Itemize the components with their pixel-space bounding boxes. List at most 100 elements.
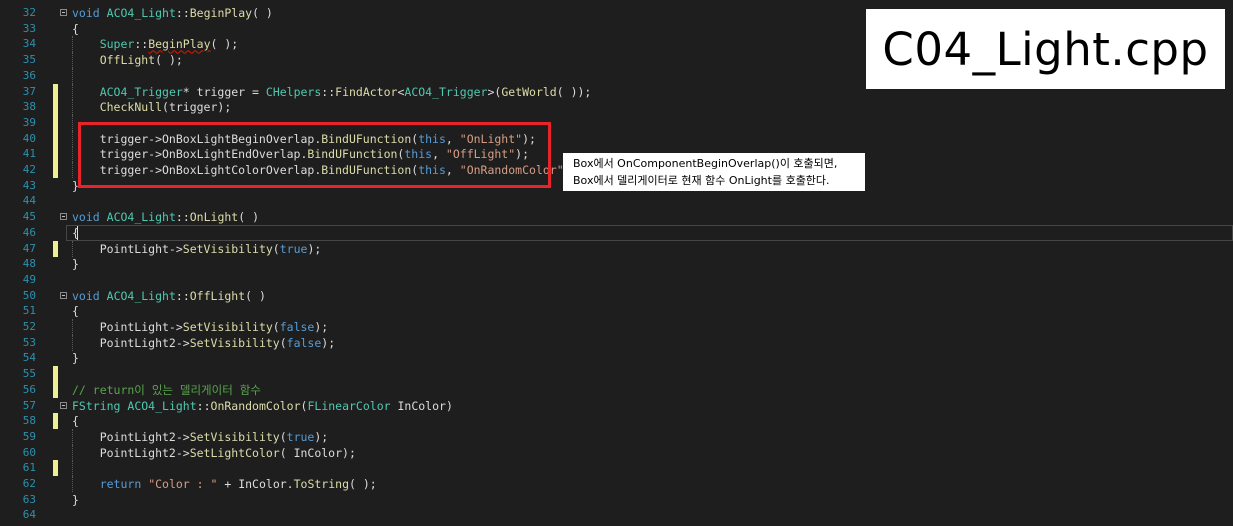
file-title-text: C04_Light.cpp [882, 22, 1209, 76]
line-number: 57 [22, 398, 36, 412]
code-text[interactable]: OffLight( ); [72, 52, 183, 68]
code-line[interactable]: 38 CheckNull(trigger); [0, 99, 1233, 116]
line-number: 45 [22, 210, 36, 224]
code-line[interactable]: 47 PointLight->SetVisibility(true); [0, 240, 1233, 257]
code-line[interactable]: 46{ [0, 224, 1233, 241]
code-line[interactable]: 56 // return이 있는 델리게이터 함수 [0, 381, 1233, 398]
line-number: 54 [22, 351, 36, 365]
line-number: 48 [22, 257, 36, 271]
code-text[interactable]: void ACO4_Light::OnLight( ) [72, 209, 259, 225]
line-number: 41 [22, 147, 36, 161]
code-text[interactable]: CheckNull(trigger); [72, 99, 232, 115]
code-text[interactable]: { [72, 303, 79, 319]
change-marker [53, 114, 58, 131]
code-text[interactable]: FString ACO4_Light::OnRandomColor(FLinea… [72, 398, 453, 414]
line-number: 47 [22, 241, 36, 255]
code-text[interactable]: PointLight2->SetVisibility(true); [72, 429, 329, 445]
line-number: 56 [22, 382, 36, 396]
change-marker [53, 240, 58, 257]
change-marker [53, 130, 58, 147]
collapse-icon[interactable] [60, 213, 67, 221]
line-number: 33 [22, 21, 36, 35]
code-line[interactable]: 55 [0, 366, 1233, 383]
line-number: 43 [22, 178, 36, 192]
code-line[interactable]: 53 PointLight2->SetVisibility(false); [0, 334, 1233, 351]
line-number: 58 [22, 414, 36, 428]
code-text[interactable]: ACO4_Trigger* trigger = CHelpers::FindAc… [72, 84, 592, 100]
line-number: 63 [22, 492, 36, 506]
code-line[interactable]: 48} [0, 256, 1233, 272]
code-text[interactable]: } [72, 256, 79, 272]
code-line[interactable]: 44 [0, 193, 1233, 209]
file-title-overlay: C04_Light.cpp [866, 9, 1225, 89]
line-number: 37 [22, 84, 36, 98]
text-caret [77, 225, 78, 240]
line-number: 42 [22, 163, 36, 176]
line-number: 36 [22, 68, 36, 82]
code-line[interactable]: 50 void ACO4_Light::OffLight( ) [0, 288, 1233, 304]
line-number: 64 [22, 508, 36, 522]
line-number: 49 [22, 272, 36, 286]
highlight-box [78, 122, 551, 188]
code-text[interactable]: { [72, 413, 79, 429]
code-text[interactable]: PointLight->SetVisibility(true); [72, 241, 322, 257]
code-line[interactable]: 60 PointLight2->SetLightColor( InColor); [0, 444, 1233, 461]
code-text[interactable]: void ACO4_Light::OffLight( ) [72, 288, 266, 304]
code-line[interactable]: 52 PointLight->SetVisibility(false); [0, 319, 1233, 335]
line-number: 44 [22, 194, 36, 208]
collapse-icon[interactable] [60, 401, 67, 409]
code-line[interactable]: 64 [0, 507, 1233, 523]
line-number: 55 [22, 367, 36, 381]
line-number: 61 [22, 461, 36, 475]
line-number: 50 [22, 288, 36, 302]
change-marker [53, 162, 58, 178]
code-line[interactable]: 61 [0, 460, 1233, 477]
change-marker [53, 413, 58, 430]
code-text[interactable]: } [72, 492, 79, 508]
code-text[interactable]: return "Color : " + InColor.ToString( ); [72, 476, 377, 492]
line-number: 39 [22, 115, 36, 129]
line-number: 52 [22, 320, 36, 333]
change-marker [53, 146, 58, 163]
code-line[interactable]: 63} [0, 492, 1233, 508]
line-number: 40 [22, 131, 36, 145]
code-text[interactable]: { [72, 21, 79, 37]
collapse-icon[interactable] [60, 9, 67, 16]
line-number: 59 [22, 429, 36, 443]
code-line[interactable]: 51 { [0, 303, 1233, 319]
line-number: 51 [22, 304, 36, 318]
indent-guide [72, 67, 73, 84]
code-text[interactable]: } [72, 350, 79, 366]
code-line[interactable]: 54} [0, 350, 1233, 366]
code-line[interactable]: 49 [0, 272, 1233, 288]
change-marker [53, 460, 58, 477]
current-line-highlight [66, 224, 1233, 241]
line-number: 53 [22, 335, 36, 349]
change-marker [53, 83, 58, 100]
code-text[interactable]: PointLight2->SetLightColor( InColor); [72, 445, 356, 461]
code-line[interactable]: 45 void ACO4_Light::OnLight( ) [0, 209, 1233, 225]
change-marker [53, 381, 58, 398]
line-number: 35 [22, 53, 36, 67]
line-number: 34 [22, 37, 36, 51]
code-text[interactable]: PointLight->SetVisibility(false); [72, 319, 329, 335]
indent-guide [72, 114, 73, 131]
code-text[interactable]: PointLight2->SetVisibility(false); [72, 335, 335, 351]
change-marker [53, 99, 58, 116]
code-text[interactable]: Super::BeginPlay( ); [72, 36, 239, 52]
code-line[interactable]: 58 { [0, 413, 1233, 430]
code-text[interactable]: void ACO4_Light::BeginPlay( ) [72, 5, 273, 21]
callout-line-1: Box에서 OnComponentBeginOverlap()이 호출되면, [573, 157, 838, 170]
annotation-callout: Box에서 OnComponentBeginOverlap()이 호출되면, B… [563, 153, 865, 191]
line-number: 62 [22, 477, 36, 490]
change-marker [53, 366, 58, 383]
callout-line-2: Box에서 델리게이터로 현재 함수 OnLight를 호출한다. [573, 174, 830, 187]
line-number: 32 [22, 6, 36, 19]
code-line[interactable]: 62 return "Color : " + InColor.ToString(… [0, 476, 1233, 492]
code-line[interactable]: 57 FString ACO4_Light::OnRandomColor(FLin… [0, 398, 1233, 414]
collapse-icon[interactable] [60, 291, 67, 299]
indent-guide [72, 460, 73, 477]
code-text[interactable]: // return이 있는 델리게이터 함수 [72, 382, 261, 398]
code-line[interactable]: 59 PointLight2->SetVisibility(true); [0, 428, 1233, 445]
line-number: 38 [22, 100, 36, 114]
